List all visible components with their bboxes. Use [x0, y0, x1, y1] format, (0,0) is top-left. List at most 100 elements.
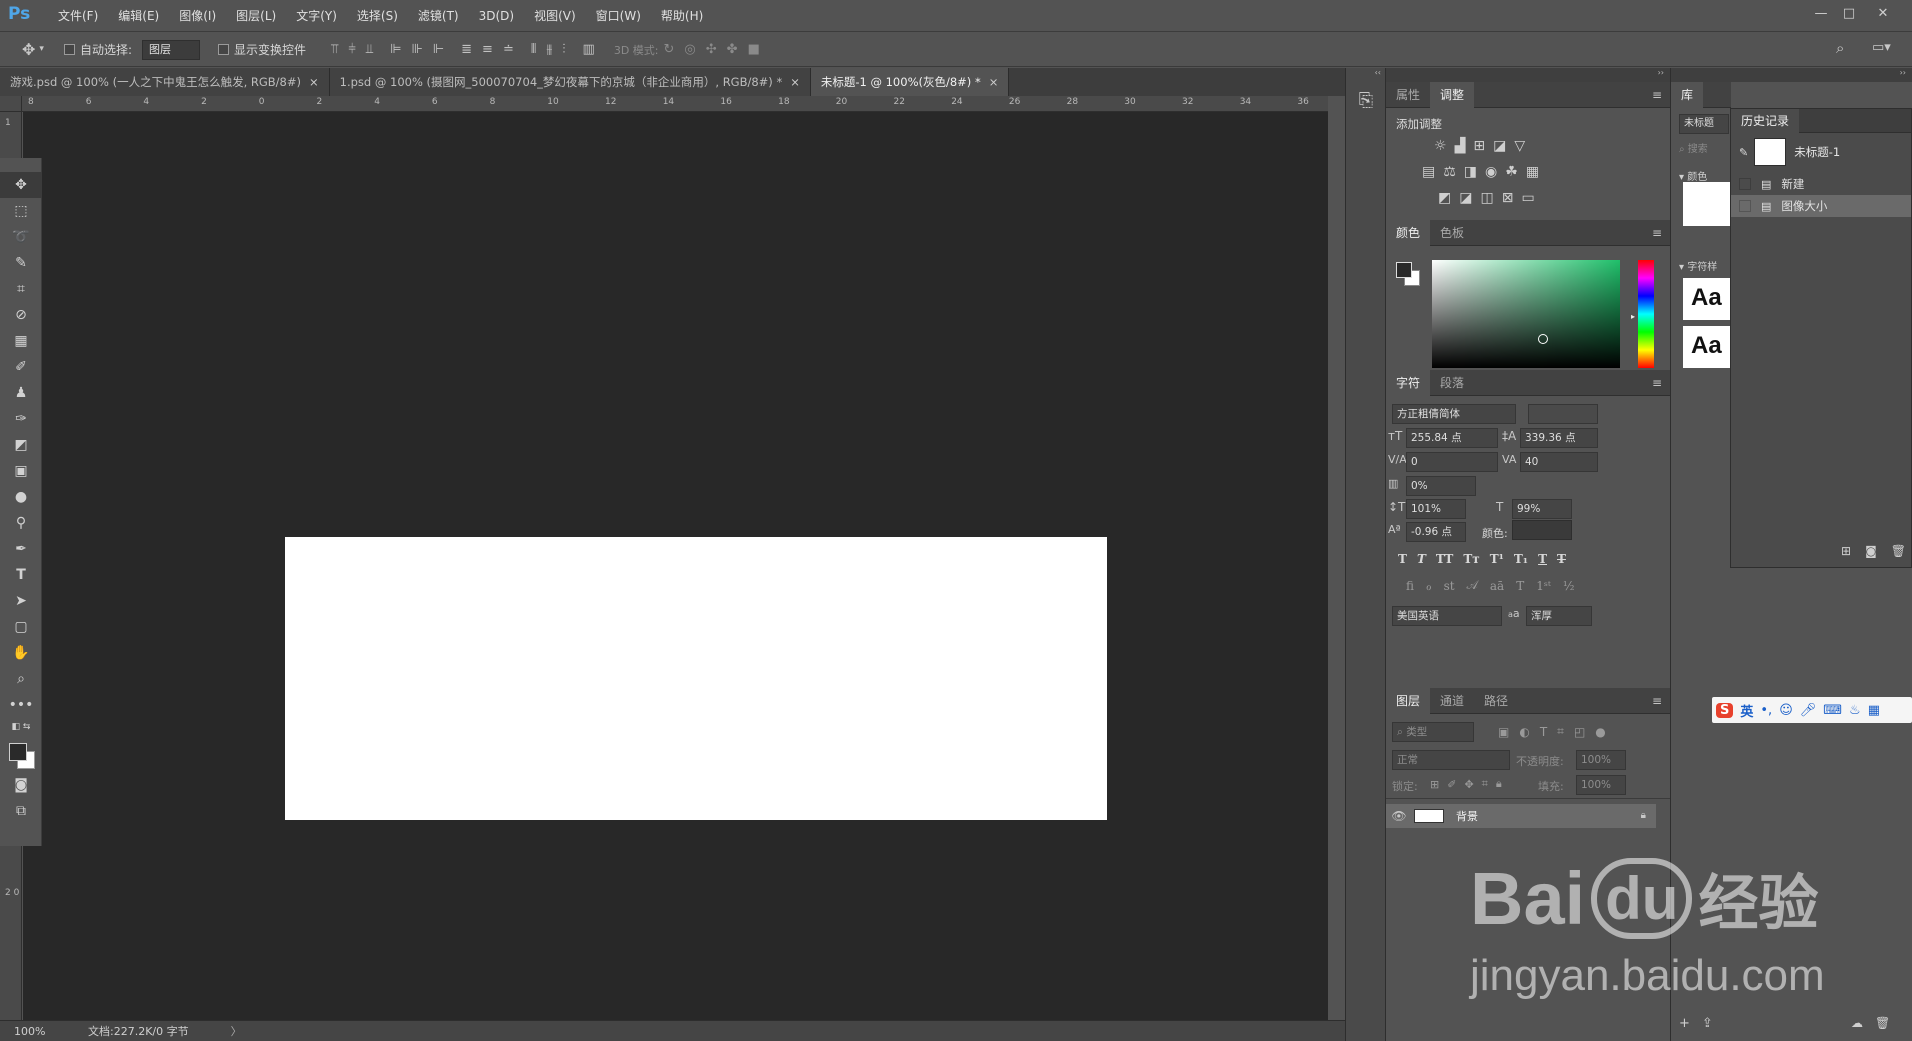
history-source-box[interactable]	[1739, 200, 1751, 212]
hue-saturation-icon[interactable]: ▤	[1422, 164, 1435, 180]
menu-3d[interactable]: 3D(D)	[469, 0, 524, 32]
swash-button[interactable]: st	[1444, 579, 1455, 593]
hue-slider-marker-icon[interactable]: ▸	[1631, 312, 1635, 321]
history-item-image-size[interactable]: ▤ 图像大小	[1731, 195, 1911, 217]
lock-pixels-icon[interactable]: ✐	[1447, 778, 1456, 791]
upload-icon[interactable]: ⇪	[1702, 1016, 1713, 1031]
type-tool-icon[interactable]: T	[0, 562, 42, 588]
swap-colors-icon[interactable]: ◧ ⇆	[0, 718, 42, 736]
color-lookup-icon[interactable]: ▦	[1526, 164, 1539, 180]
tab-document-1[interactable]: 游戏.psd @ 100% (一人之下中鬼王怎么触发, RGB/8#) ×	[0, 68, 330, 96]
history-snapshot[interactable]: ✎ 未标题-1	[1731, 133, 1911, 171]
menu-layer[interactable]: 图层(L)	[226, 0, 286, 32]
tool-preset-chevron-icon[interactable]: ▾	[39, 45, 44, 54]
new-document-from-state-icon[interactable]: ⊞	[1841, 544, 1851, 558]
align-vcenter-icon[interactable]: ⫩	[348, 42, 355, 57]
library-select[interactable]: 未标题	[1679, 114, 1729, 134]
pen-tool-icon[interactable]: ✒	[0, 536, 42, 562]
menu-type[interactable]: 文字(Y)	[286, 0, 347, 32]
vertical-scale-field[interactable]: 101%	[1406, 499, 1466, 519]
history-delete-icon[interactable]: 🗑︎	[1891, 544, 1906, 558]
selective-color-icon[interactable]: ⊠	[1502, 190, 1514, 206]
tab-document-3[interactable]: 未标题-1 @ 100%(灰色/8#) * ×	[810, 68, 1010, 96]
blend-mode-select[interactable]: 正常	[1392, 750, 1510, 770]
titling-button[interactable]: aā	[1490, 579, 1504, 593]
fraction-button[interactable]: ½	[1563, 579, 1575, 593]
drag-3d-icon[interactable]: ✣	[706, 42, 717, 57]
blur-tool-icon[interactable]: ●	[0, 484, 42, 510]
photo-filter-icon[interactable]: ◉	[1485, 164, 1497, 180]
marquee-tool-icon[interactable]: ⬚	[0, 198, 42, 224]
ruler-origin[interactable]	[0, 96, 22, 112]
history-brush-tool-icon[interactable]: ✑	[0, 406, 42, 432]
gradient-tool-icon[interactable]: ▣	[0, 458, 42, 484]
lock-all-icon[interactable]: 🔒︎	[1496, 777, 1502, 791]
layer-filter-select[interactable]: ⌕ 类型	[1392, 722, 1474, 742]
scale-3d-icon[interactable]: ■	[748, 42, 760, 57]
tab-layers[interactable]: 图层	[1386, 688, 1431, 714]
filter-shape-icon[interactable]: ⌗	[1557, 724, 1564, 739]
tab-close-icon[interactable]: ×	[309, 75, 319, 89]
dodge-tool-icon[interactable]: ⚲	[0, 510, 42, 536]
lock-transparent-icon[interactable]: ⊞	[1430, 778, 1439, 791]
old-style-button[interactable]: ℴ	[1426, 579, 1432, 593]
ime-skin-icon[interactable]: ♨	[1849, 703, 1861, 718]
dock-expand-icon[interactable]: ››	[1386, 68, 1670, 82]
ime-punct-icon[interactable]: •,	[1760, 703, 1772, 718]
strikethrough-button[interactable]: T	[1557, 552, 1566, 566]
ornament-button[interactable]: T	[1516, 579, 1524, 593]
distribute-top-icon[interactable]: ≣	[461, 42, 472, 57]
layer-lock-icon[interactable]: 🔒︎	[1641, 811, 1646, 821]
menu-help[interactable]: 帮助(H)	[651, 0, 713, 32]
foreground-color-swatch[interactable]	[9, 743, 27, 761]
tab-color[interactable]: 颜色	[1386, 220, 1431, 246]
ime-tools-icon[interactable]: ▦	[1868, 703, 1880, 718]
align-left-icon[interactable]: ⊫	[390, 42, 401, 57]
panel-menu-icon[interactable]: ≡	[1652, 226, 1662, 240]
faux-italic-button[interactable]: T	[1417, 552, 1426, 566]
menu-window[interactable]: 窗口(W)	[586, 0, 651, 32]
color-balance-icon[interactable]: ⚖	[1443, 164, 1456, 180]
antialias-select[interactable]: 浑厚	[1526, 606, 1592, 626]
gradient-map-icon[interactable]: ▭	[1521, 190, 1534, 206]
screen-mode-icon[interactable]: ⧉	[0, 798, 42, 824]
leading-field[interactable]: 339.36 点	[1520, 428, 1598, 448]
maximize-icon[interactable]: □	[1836, 4, 1862, 24]
color-field[interactable]	[1432, 260, 1620, 368]
auto-select-checkbox[interactable]	[63, 44, 75, 55]
tab-character[interactable]: 字符	[1386, 370, 1431, 396]
tab-history[interactable]: 历史记录	[1731, 109, 1800, 133]
exposure-icon[interactable]: ◪	[1493, 138, 1506, 154]
curves-icon[interactable]: ⊞	[1473, 138, 1485, 154]
color-picker-ring[interactable]	[1538, 334, 1548, 344]
menu-filter[interactable]: 滤镜(T)	[408, 0, 469, 32]
font-size-field[interactable]: 255.84 点	[1406, 428, 1498, 448]
ligature-button[interactable]: fi	[1406, 579, 1414, 593]
horizontal-ruler[interactable]: 8 6 4 2 0 2 4 6 8 10 12 14 16 18 20 22 24 26 28 30 32 34 36	[22, 96, 1328, 112]
distribute-hcenter-icon[interactable]: ⫵	[546, 42, 552, 57]
stamp-tool-icon[interactable]: ♟	[0, 380, 42, 406]
panel-menu-icon[interactable]: ≡	[1652, 376, 1662, 390]
align-right-icon[interactable]: ⊩	[433, 42, 444, 57]
path-selection-tool-icon[interactable]: ➤	[0, 588, 42, 614]
close-icon[interactable]: ✕	[1870, 4, 1896, 24]
move-tool-icon[interactable]: ✥	[0, 172, 42, 198]
zoom-tool-icon[interactable]: ⌕	[0, 666, 42, 692]
ime-emoji-icon[interactable]: ☺	[1779, 703, 1793, 718]
document-canvas[interactable]	[285, 537, 1107, 820]
kerning-field[interactable]: 0	[1406, 452, 1498, 472]
hand-tool-icon[interactable]: ✋	[0, 640, 42, 666]
history-panel-icon[interactable]: ⎘	[1346, 92, 1386, 110]
library-color-swatch[interactable]	[1683, 182, 1731, 226]
menu-file[interactable]: 文件(F)	[48, 0, 108, 32]
char-style-sample[interactable]: Aa	[1683, 326, 1731, 368]
tab-document-2[interactable]: 1.psd @ 100% (摄图网_500070704_梦幻夜幕下的京城（非企业…	[329, 68, 811, 96]
tracking-field[interactable]: 40	[1520, 452, 1598, 472]
ime-lang-toggle[interactable]: 英	[1740, 701, 1753, 720]
lock-position-icon[interactable]: ✥	[1464, 778, 1473, 791]
distribute-left-icon[interactable]: ⫴	[531, 42, 536, 57]
panel-menu-icon[interactable]: ≡	[1652, 694, 1662, 708]
library-delete-icon[interactable]: 🗑︎	[1875, 1016, 1890, 1030]
minimize-icon[interactable]: —	[1808, 4, 1834, 24]
shape-tool-icon[interactable]: ▢	[0, 614, 42, 640]
